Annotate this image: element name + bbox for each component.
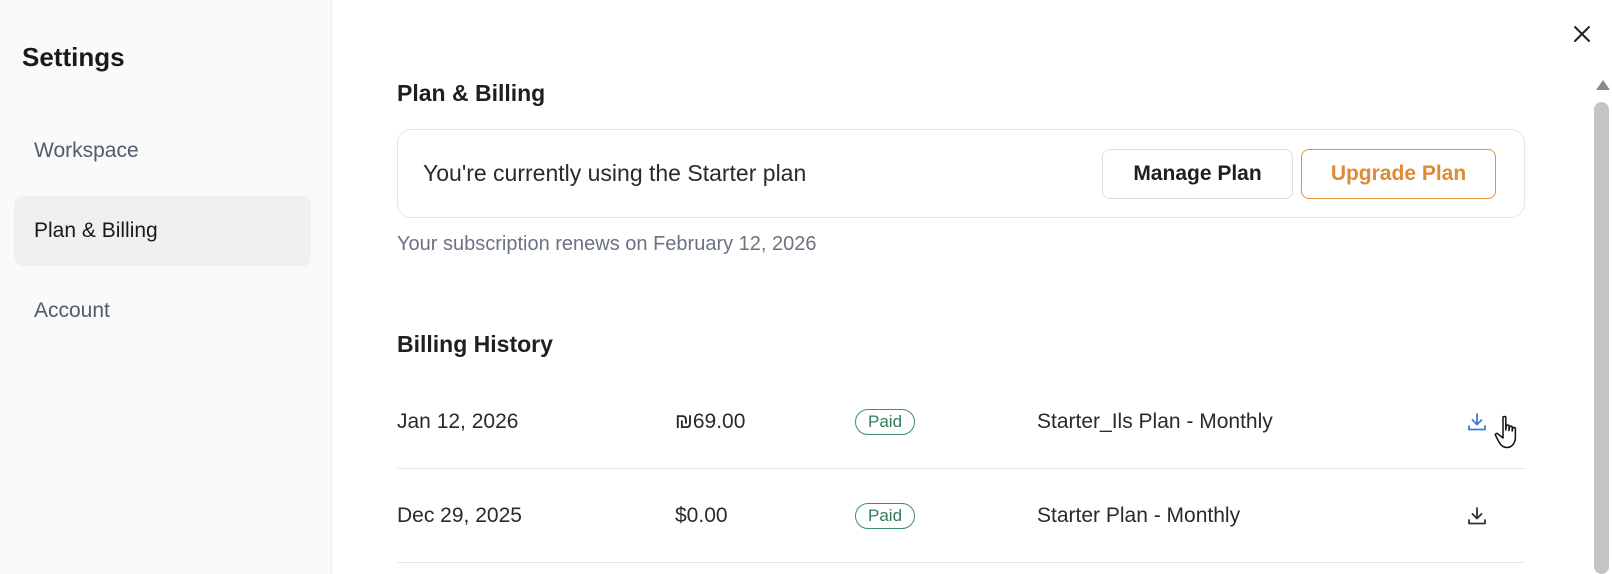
settings-sidebar: Settings Workspace Plan & Billing Accoun… [0,0,332,574]
invoice-amount: ₪69.00 [675,410,746,433]
invoice-amount: $0.00 [675,504,728,527]
invoice-plan: Starter_Ils Plan - Monthly [1037,410,1273,433]
table-row: Dec 29, 2025 $0.00 Paid Starter Plan - M… [397,469,1525,563]
sidebar-item-account[interactable]: Account [14,276,311,346]
current-plan-card: You're currently using the Starter plan … [397,129,1525,218]
renewal-date-text: Your subscription renews on February 12,… [397,233,817,255]
status-badge: Paid [855,409,916,435]
table-row: Jan 12, 2026 ₪69.00 Paid Starter_Ils Pla… [397,375,1525,469]
status-badge-cell: Paid [855,469,916,563]
sidebar-title: Settings [22,42,125,72]
current-plan-text: You're currently using the Starter plan [423,160,807,186]
close-button[interactable] [1566,18,1598,50]
sidebar-item-workspace[interactable]: Workspace [14,116,311,186]
invoice-date: Jan 12, 2026 [397,410,519,433]
download-icon [1468,507,1486,525]
invoice-plan: Starter Plan - Monthly [1037,504,1241,527]
upgrade-plan-button[interactable]: Upgrade Plan [1301,149,1496,199]
status-badge-cell: Paid [855,375,916,469]
download-invoice-button[interactable] [1457,375,1497,469]
sidebar-item-plan-billing[interactable]: Plan & Billing [14,196,311,266]
download-icon [1468,413,1486,431]
status-badge: Paid [855,503,916,529]
download-invoice-button[interactable] [1457,469,1497,563]
scroll-up-arrow[interactable] [1596,80,1610,90]
invoice-date: Dec 29, 2025 [397,504,522,527]
billing-history-heading: Billing History [397,331,553,357]
plan-billing-heading: Plan & Billing [397,80,546,106]
manage-plan-button[interactable]: Manage Plan [1102,149,1293,199]
scroll-thumb[interactable] [1594,102,1609,574]
settings-main: Plan & Billing You're currently using th… [333,0,1612,574]
scrollbar[interactable] [1591,80,1612,574]
close-icon [1574,26,1590,42]
